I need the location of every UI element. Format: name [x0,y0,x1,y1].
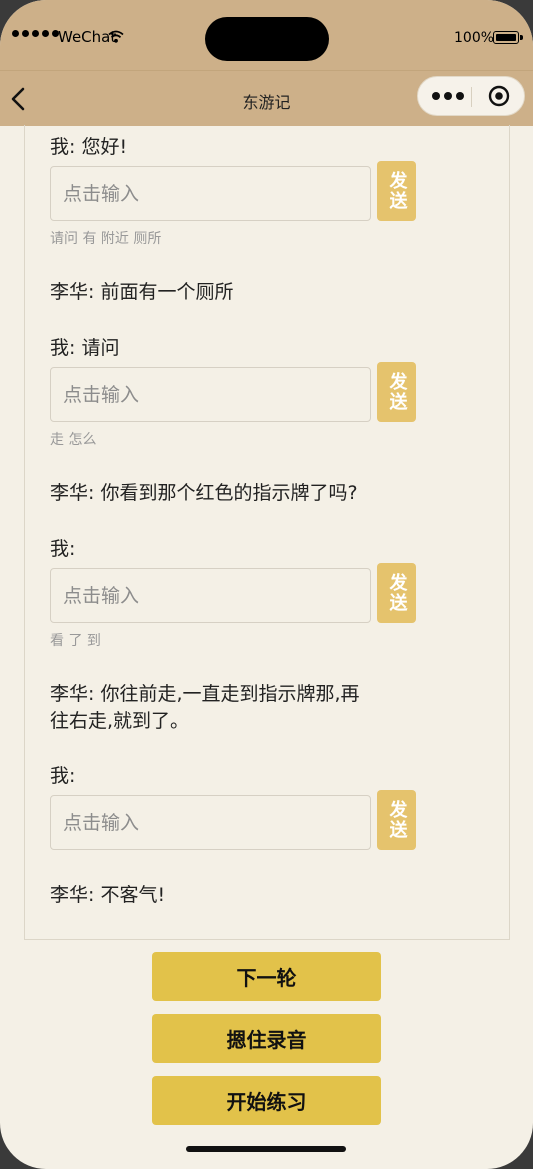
mini-program-capsule [417,76,525,116]
send-button[interactable]: 发送 [377,362,416,422]
battery-percent: 100% [454,30,495,46]
camera-notch [205,17,329,61]
reply-input-field[interactable] [51,569,370,622]
my-line: 我: [50,765,76,787]
next-round-button[interactable]: 下一轮 [152,952,381,1001]
status-bar: WeChat 100% [0,0,533,70]
word-hint: 请问 有 附近 厕所 [50,231,162,247]
send-button[interactable]: 发送 [377,563,416,623]
my-line: 我: [50,538,76,560]
navigation-bar: 东游记 [0,70,533,126]
reply-input[interactable] [50,795,371,850]
home-indicator[interactable] [186,1146,346,1152]
reply-input[interactable] [50,166,371,221]
wifi-icon [108,30,124,43]
close-target-icon[interactable] [488,85,510,107]
partner-line: 往右走,就到了。 [50,710,190,732]
hold-to-record-button[interactable]: 摁住录音 [152,1014,381,1063]
send-button[interactable]: 发送 [377,790,416,850]
reply-input[interactable] [50,367,371,422]
phone-screen: WeChat 100% 东游记 我: 您好! 发送 请问 有 附近 厕所 [0,0,533,1169]
reply-input-field[interactable] [51,368,370,421]
partner-line: 李华: 你往前走,一直走到指示牌那,再 [50,683,360,705]
my-line: 我: 请问 [50,337,120,359]
start-practice-button[interactable]: 开始练习 [152,1076,381,1125]
more-icon[interactable] [432,92,464,100]
partner-line: 李华: 不客气! [50,884,166,906]
battery-icon [493,31,519,44]
signal-icon [12,30,59,37]
word-hint: 看 了 到 [50,633,101,649]
word-hint: 走 怎么 [50,432,97,448]
my-line: 我: 您好! [50,136,128,158]
battery-tip [520,35,523,40]
partner-line: 李华: 前面有一个厕所 [50,281,234,303]
reply-input-field[interactable] [51,796,370,849]
send-button[interactable]: 发送 [377,161,416,221]
reply-input-field[interactable] [51,167,370,220]
partner-line: 李华: 你看到那个红色的指示牌了吗? [50,482,358,504]
reply-input[interactable] [50,568,371,623]
